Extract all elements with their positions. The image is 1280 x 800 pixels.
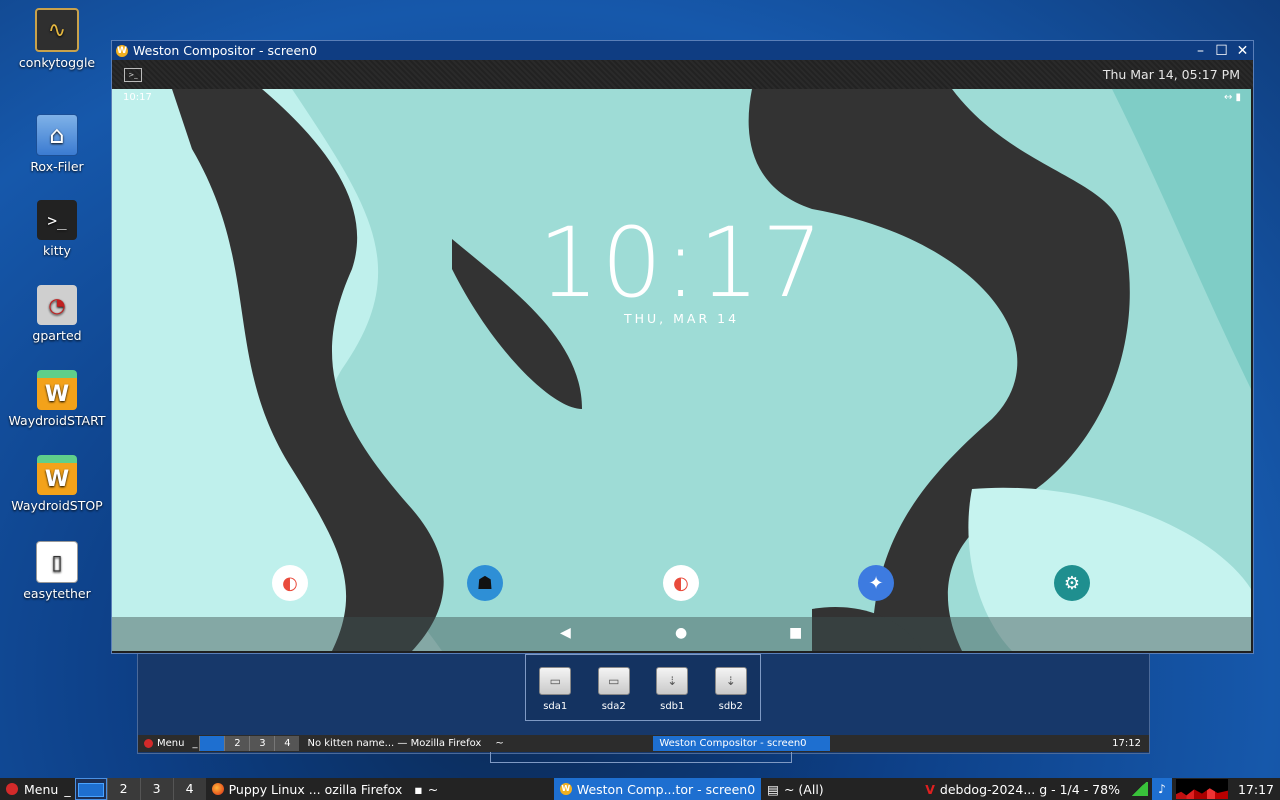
drive-sdb1[interactable]: ⇣ sdb1: [647, 667, 697, 712]
weston-window[interactable]: W Weston Compositor - screen0 – ☐ ✕ >_ T…: [111, 40, 1254, 654]
lockscreen-date: THU, MAR 14: [623, 311, 740, 326]
menu-icon: [144, 739, 153, 748]
phone-tether-icon: ▯: [36, 541, 78, 583]
weston-panel: >_ Thu Mar 14, 05:17 PM: [112, 60, 1253, 89]
usb-drive-icon: ⇣: [656, 667, 689, 695]
desktop-icon-label: conkytoggle: [18, 55, 96, 70]
drive-sdb2[interactable]: ⇣ sdb2: [706, 667, 756, 712]
workspace-4[interactable]: 4: [172, 778, 206, 800]
terminal-launcher-icon[interactable]: >_: [124, 67, 142, 82]
nested-task-terminal[interactable]: ~: [489, 736, 651, 751]
nested-page-3[interactable]: 3: [249, 736, 275, 751]
status-bar-time: 10:17: [123, 92, 152, 103]
home-icon[interactable]: ●: [675, 625, 687, 641]
drive-sda2[interactable]: ▭ sda2: [589, 667, 639, 712]
task-weston[interactable]: W Weston Comp...tor - screen0: [553, 778, 762, 800]
dup-icon[interactable]: ◐: [663, 565, 699, 601]
desktop-icon-gparted[interactable]: ◔ gparted: [0, 285, 114, 343]
lockscreen-clock: 10:17: [538, 207, 825, 319]
desktop-icon-easytether[interactable]: ▯ easytether: [0, 541, 114, 601]
waydroid-icon: W: [37, 455, 77, 495]
nested-task-weston[interactable]: Weston Compositor - screen0: [653, 736, 831, 751]
usb-drive-icon: ⇣: [714, 667, 747, 695]
drive-sda1[interactable]: ▭ sda1: [530, 667, 580, 712]
main-taskbar: Menu _ 2 3 4 Puppy Linux ... ozilla Fire…: [0, 778, 1280, 800]
window-title: Weston Compositor - screen0: [133, 43, 318, 58]
settings-icon[interactable]: ⚙: [1054, 565, 1090, 601]
navigation-icon[interactable]: ✦: [858, 565, 894, 601]
app-dock: ◐ ☗ ◐ ✦ ⚙: [112, 565, 1251, 605]
task-all[interactable]: ▤ ~ (All): [761, 778, 919, 800]
network-signal-icon[interactable]: [1129, 782, 1148, 796]
task-viewer[interactable]: Vdebdog-2024... g - 1/4 - 78%: [919, 778, 1126, 800]
desktop-icon-label: gparted: [32, 328, 82, 343]
drive-icons-panel: ▭ sda1 ▭ sda2 ⇣ sdb1 ⇣ sdb2: [525, 654, 761, 721]
desktop-icon-label: kitty: [43, 243, 71, 258]
nested-page-1[interactable]: [199, 736, 225, 751]
volume-icon[interactable]: ♪: [1151, 778, 1172, 800]
weston-titlebar[interactable]: W Weston Compositor - screen0 – ☐ ✕: [112, 41, 1253, 60]
status-bar-icons: ↔ ▮: [1223, 92, 1241, 103]
recents-icon[interactable]: ■: [789, 625, 802, 641]
nested-clock: 17:12: [1112, 738, 1141, 749]
minimize-button[interactable]: –: [1190, 43, 1211, 59]
reader-icon[interactable]: ☗: [467, 565, 503, 601]
nested-taskbar: Menu _ 2 3 4 No kitten name... — Mozilla…: [138, 735, 1149, 752]
firefox-icon: [211, 783, 224, 795]
weston-icon: W: [559, 783, 572, 795]
workspace-1[interactable]: [74, 778, 107, 800]
viewer-icon: V: [925, 781, 935, 797]
home-folder-icon: ⌂: [36, 114, 78, 156]
maximize-button[interactable]: ☐: [1211, 43, 1232, 59]
window-list-icon: ▤: [767, 781, 779, 797]
weston-icon: W: [116, 44, 128, 57]
nested-page-2[interactable]: 2: [224, 736, 250, 751]
workspace-pager: 2 3 4: [74, 778, 206, 800]
menu-button[interactable]: Menu: [0, 778, 64, 800]
desktop-icon-conkytoggle[interactable]: ∿ conkytoggle: [0, 8, 114, 70]
task-firefox[interactable]: Puppy Linux ... ozilla Firefox: [206, 778, 409, 800]
dup-icon[interactable]: ◐: [272, 565, 308, 601]
system-tray: ♪ 17:17: [1126, 778, 1280, 800]
nested-page-4[interactable]: 4: [274, 736, 300, 751]
disk-partition-icon: ◔: [37, 285, 77, 325]
monitor-icon: [77, 783, 104, 797]
desktop-icon-waydroidstop[interactable]: W WaydroidSTOP: [0, 455, 114, 513]
hard-drive-icon: ▭: [597, 667, 630, 695]
terminal-cat-icon: >_: [37, 200, 77, 240]
minimize-all-button[interactable]: _: [64, 782, 70, 797]
desktop-icon-kitty[interactable]: >_ kitty: [0, 200, 114, 258]
desktop-icon-rox-filer[interactable]: ⌂ Rox-Filer: [0, 114, 114, 174]
close-button[interactable]: ✕: [1232, 43, 1253, 59]
workspace-3[interactable]: 3: [139, 778, 173, 800]
waydroid-icon: W: [37, 370, 77, 410]
desktop-icon-label: easytether: [23, 586, 91, 601]
nested-pager: 2 3 4: [199, 736, 300, 751]
menu-icon: [6, 783, 18, 795]
workspace-2[interactable]: 2: [106, 778, 140, 800]
back-icon[interactable]: ◀: [560, 625, 571, 641]
desktop-icon-label: WaydroidSTART: [8, 413, 106, 428]
nested-menu-button[interactable]: Menu: [138, 738, 190, 749]
nested-task-firefox[interactable]: No kitten name... — Mozilla Firefox: [301, 736, 487, 751]
android-navbar: ◀ ● ■: [112, 617, 1251, 651]
cpu-graph: [1175, 779, 1228, 799]
desktop-icon-waydroidstart[interactable]: W WaydroidSTART: [0, 370, 114, 428]
nested-window-frame: [490, 752, 792, 763]
nested-minimize-all[interactable]: _: [192, 738, 197, 749]
desktop-icon-label: Rox-Filer: [30, 159, 84, 174]
taskbar-clock[interactable]: 17:17: [1232, 782, 1280, 797]
task-terminal[interactable]: ▪ ~: [408, 778, 554, 800]
panel-datetime: Thu Mar 14, 05:17 PM: [1102, 67, 1240, 82]
nested-desktop-window: ▭ sda1 ▭ sda2 ⇣ sdb1 ⇣ sdb2 Menu _ 2 3 4 No …: [137, 650, 1150, 754]
conky-icon: ∿: [35, 8, 79, 52]
desktop-icon-label: WaydroidSTOP: [11, 498, 103, 513]
terminal-icon: ▪: [414, 781, 423, 797]
android-screen[interactable]: 10:17 ↔ ▮ 10:17 THU, MAR 14 ◐ ☗ ◐ ✦ ⚙ ◀ …: [112, 89, 1251, 651]
hard-drive-icon: ▭: [539, 667, 572, 695]
